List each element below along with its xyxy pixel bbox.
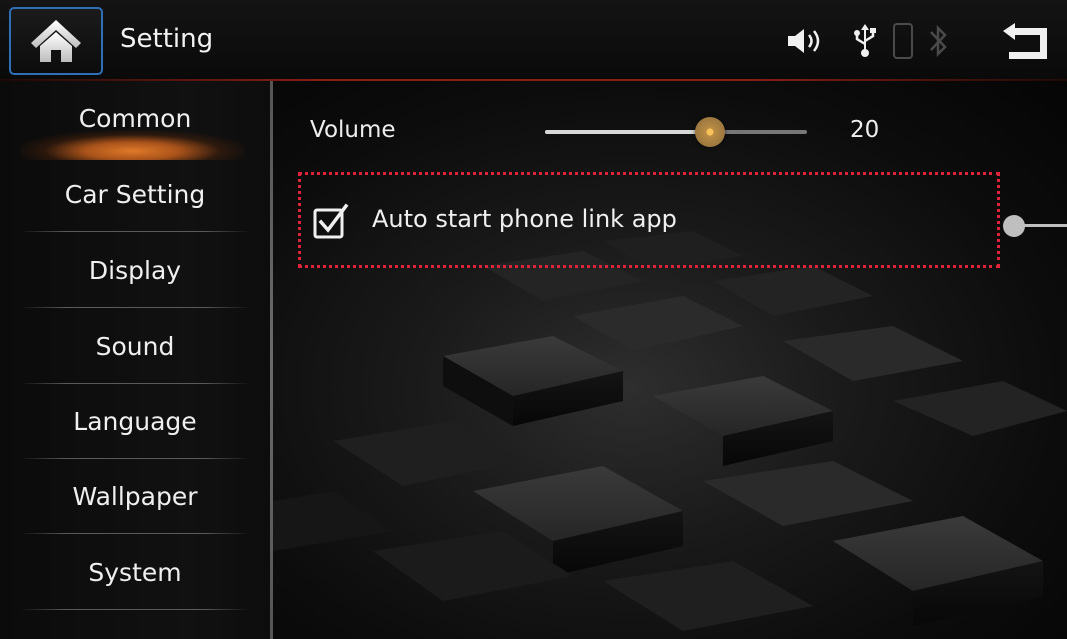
auto-start-label[interactable]: Auto start phone link app [372, 205, 677, 233]
sidebar-item-label: Car Setting [64, 180, 206, 209]
volume-slider[interactable] [545, 130, 807, 134]
volume-label: Volume [310, 117, 396, 143]
callout-dot [1003, 215, 1025, 237]
menu-separator [20, 307, 250, 308]
wallpaper-tiles [273, 231, 1067, 631]
usb-icon [854, 24, 876, 57]
sidebar-item-language[interactable]: Language [0, 384, 270, 459]
menu-separator [20, 609, 250, 610]
volume-value: 20 [850, 117, 880, 143]
sidebar-item-label: Display [88, 256, 182, 285]
auto-start-checkbox[interactable] [313, 203, 349, 239]
sidebar-item-label: Common [78, 104, 192, 133]
sidebar-item-display[interactable]: Display [0, 233, 270, 308]
sidebar-item-label: System [88, 558, 182, 587]
sidebar-item-wallpaper[interactable]: Wallpaper [0, 459, 270, 534]
bluetooth-icon [930, 24, 947, 58]
volume-slider-thumb[interactable] [695, 117, 726, 147]
menu-separator [20, 533, 250, 534]
home-icon [31, 20, 81, 62]
volume-slider-fill [545, 130, 711, 134]
sidebar-item-car-setting[interactable]: Car Setting [0, 157, 270, 232]
sidebar-item-sound[interactable]: Sound [0, 309, 270, 384]
content-panel [273, 81, 1067, 639]
menu-separator [20, 231, 250, 232]
sidebar-item-label: Sound [95, 332, 175, 361]
active-indicator [20, 130, 245, 160]
sidebar-item-system[interactable]: System [0, 535, 270, 610]
sidebar: Common Car Setting Display Sound Languag… [0, 81, 270, 639]
sidebar-item-common[interactable]: Common [0, 81, 270, 160]
back-icon [1003, 23, 1047, 59]
speaker-icon [788, 29, 820, 53]
sidebar-item-label: Wallpaper [72, 482, 198, 511]
sidebar-item-label: Language [73, 407, 197, 436]
page-title: Setting [120, 24, 214, 54]
phone-icon [893, 23, 913, 59]
callout-line [1023, 224, 1067, 227]
home-button[interactable] [9, 7, 103, 75]
back-button[interactable] [995, 18, 1055, 64]
